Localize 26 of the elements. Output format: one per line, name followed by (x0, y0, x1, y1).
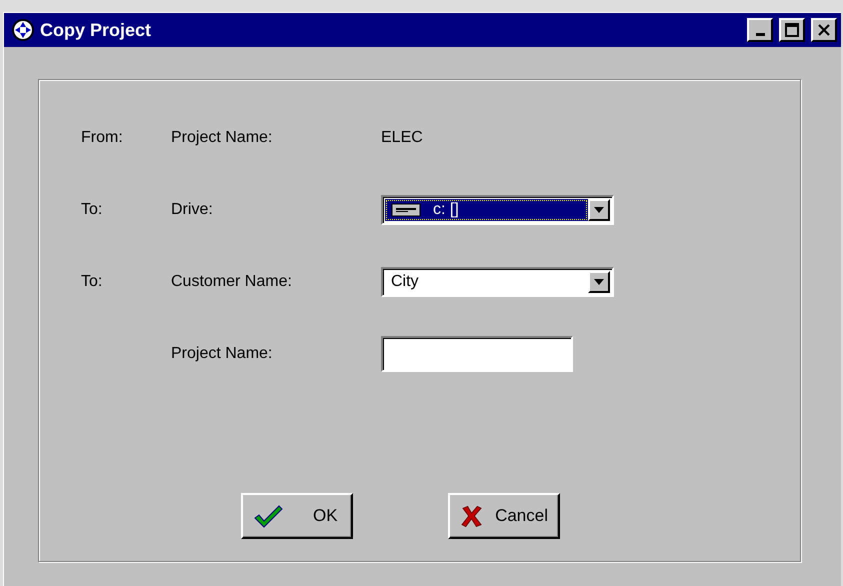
cancel-button[interactable]: Cancel (448, 493, 560, 539)
minimize-button[interactable] (747, 18, 773, 42)
app-icon (12, 19, 34, 41)
customer-dropdown[interactable]: City (381, 267, 614, 297)
field-label: Drive: (171, 201, 213, 219)
dropdown-arrow-icon (594, 279, 604, 285)
field-label: Project Name: (171, 345, 272, 363)
field-label: Customer Name: (171, 273, 292, 291)
ok-button[interactable]: OK (241, 493, 353, 539)
direction-label: From: (81, 129, 123, 147)
field-label: Project Name: (171, 129, 272, 147)
direction-label: To: (81, 273, 102, 291)
maximize-icon (785, 23, 799, 37)
checkmark-icon (253, 504, 283, 528)
project-name-input[interactable] (381, 336, 573, 372)
project-value: ELEC (381, 129, 423, 147)
direction-label: To: (81, 201, 102, 219)
dropdown-arrow-icon (594, 207, 604, 213)
cross-icon (460, 504, 484, 528)
drive-dropdown[interactable]: c: [] (381, 195, 614, 225)
close-icon (818, 24, 830, 36)
minimize-icon (756, 33, 764, 36)
window-title: Copy Project (40, 20, 152, 40)
maximize-button[interactable] (779, 18, 805, 42)
drive-icon (391, 203, 421, 217)
close-button[interactable] (811, 18, 837, 42)
